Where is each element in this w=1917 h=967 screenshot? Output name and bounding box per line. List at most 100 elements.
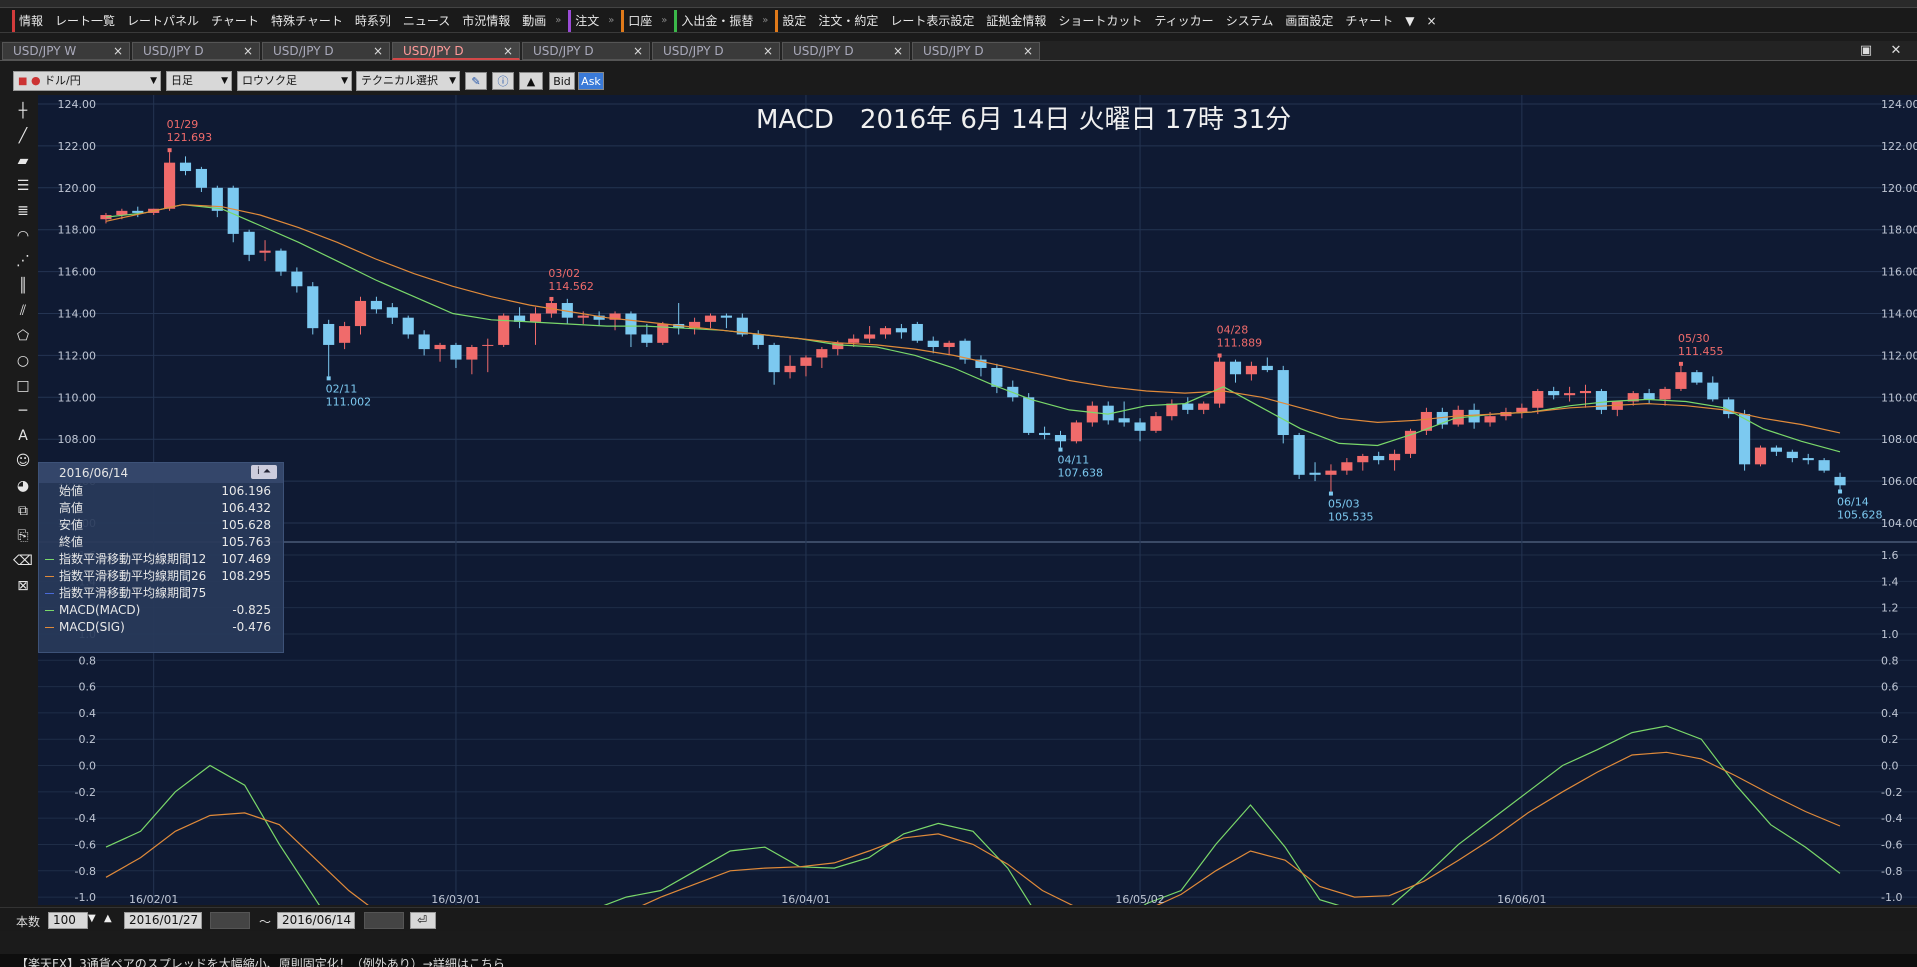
candle-body (864, 334, 876, 339)
tab-7[interactable]: USD/JPY D × (912, 42, 1040, 60)
eraser-icon[interactable]: ⌫ (13, 551, 33, 571)
tab-0[interactable]: USD/JPY W × (2, 42, 130, 60)
bid-button[interactable]: Bid (549, 72, 575, 90)
candle-body (1691, 372, 1703, 383)
menu-item-14[interactable]: レート表示設定 (884, 10, 980, 32)
restore-icon[interactable]: ▣ (1855, 43, 1877, 58)
tab-close-icon[interactable]: × (893, 43, 903, 60)
menu-item-11[interactable]: 入出金・振替 (674, 9, 759, 32)
data-window-label: 始値 (59, 484, 84, 498)
mountain-icon[interactable]: ▲ (519, 72, 543, 90)
horizontal-lines-icon[interactable]: ☰ (13, 176, 33, 196)
menu-more-icon[interactable]: ▼ (1399, 10, 1420, 32)
emoji-icon[interactable]: ☺ (13, 451, 33, 471)
start-time-input[interactable] (210, 912, 250, 929)
data-window-row: MACD(MACD) -0.825 (39, 602, 283, 619)
spin-down-icon[interactable]: ▼ (88, 913, 96, 924)
menu-item-17[interactable]: ティッカー (1148, 10, 1219, 32)
menu-item-12[interactable]: 設定 (775, 9, 812, 32)
tab-3[interactable]: USD/JPY D × (392, 42, 520, 60)
currency-pair-select[interactable]: ■ ● ドル/円 ▼ (13, 71, 161, 91)
tab-close-icon[interactable]: × (633, 43, 643, 60)
chevron-down-icon: ▼ (150, 76, 157, 86)
text-icon[interactable]: A (13, 426, 33, 446)
tab-close-icon[interactable]: × (1023, 43, 1033, 60)
circle-icon[interactable]: ○ (13, 351, 33, 371)
tab-close-icon[interactable]: × (503, 43, 513, 60)
menu-item-18[interactable]: システム (1220, 10, 1280, 32)
tab-label: USD/JPY D (273, 44, 334, 58)
fan-icon[interactable]: ⋰ (13, 251, 33, 271)
ask-button[interactable]: Ask (578, 72, 604, 90)
menu-item-9[interactable]: 注文 (568, 9, 605, 32)
channel-icon[interactable]: ⫽ (13, 301, 33, 321)
separator-line-icon[interactable]: ─ (13, 401, 33, 421)
candle-body (386, 307, 398, 318)
menu-item-16[interactable]: ショートカット (1052, 10, 1148, 32)
info-icon[interactable]: ⓘ (492, 72, 514, 90)
menu-item-5[interactable]: 時系列 (349, 10, 397, 32)
menu-item-15[interactable]: 証拠金情報 (980, 10, 1052, 32)
candle-body (450, 344, 462, 360)
rectangle-icon[interactable]: □ (13, 376, 33, 396)
crosshair-icon[interactable]: ┼ (13, 101, 33, 121)
menu-item-0[interactable]: 情報 (12, 9, 49, 32)
data-window[interactable]: 2016/06/14 i ⏶ 始値 106.196 高値 106.432 安値 105.6… (38, 462, 284, 653)
menu-item-4[interactable]: 特殊チャート (265, 10, 349, 32)
count-input[interactable]: 100 (48, 912, 88, 929)
tab-close-icon[interactable]: × (763, 43, 773, 60)
ruler-icon[interactable]: ▰ (13, 151, 33, 171)
tab-4[interactable]: USD/JPY D × (522, 42, 650, 60)
info-toggle-icon[interactable]: i ⏶ (251, 465, 277, 479)
tab-close-icon[interactable]: × (113, 43, 123, 60)
menu-item-8[interactable]: 動画 (516, 10, 552, 32)
enter-icon[interactable]: ⏎ (410, 912, 436, 929)
end-time-input[interactable] (364, 912, 404, 929)
menu-item-10[interactable]: 口座 (621, 9, 658, 32)
menu-item-13[interactable]: 注文・約定 (812, 10, 884, 32)
menu-item-20[interactable]: チャート (1339, 10, 1399, 32)
erase-all-icon[interactable]: ⊠ (13, 576, 33, 596)
technical-select[interactable]: テクニカル選択 ▼ (356, 71, 460, 91)
menu-close-icon[interactable]: × (1420, 10, 1442, 32)
tab-6[interactable]: USD/JPY D × (782, 42, 910, 60)
news-ticker[interactable]: 【楽天FX】3通貨ペアのスプレッドを大幅縮小、原則固定化！（例外あり）→詳細はこ… (0, 954, 1917, 967)
close-window-icon[interactable]: ✕ (1885, 43, 1907, 58)
parallel-lines-icon[interactable]: ≣ (13, 201, 33, 221)
line-icon[interactable]: ╱ (13, 126, 33, 146)
tab-close-icon[interactable]: × (243, 43, 253, 60)
menu-item-2[interactable]: レートパネル (121, 10, 205, 32)
candle-body (1516, 407, 1528, 412)
tab-2[interactable]: USD/JPY D × (262, 42, 390, 60)
candle-body (466, 347, 478, 360)
copy-icon[interactable]: ⧉ (13, 501, 33, 521)
menu-item-19[interactable]: 画面設定 (1279, 10, 1339, 32)
end-date-input[interactable]: 2016/06/14 (277, 912, 355, 929)
candle-body (1054, 435, 1067, 442)
pencil-icon[interactable]: ✎ (465, 72, 487, 90)
menu-item-1[interactable]: レート一覧 (49, 10, 121, 32)
start-date-input[interactable]: 2016/01/27 (124, 912, 202, 929)
chart-area[interactable]: 124.00 124.00 122.00 122.00 120.00 120.00 118.… (38, 95, 1917, 905)
chart-type-select[interactable]: ロウソク足 ▼ (237, 71, 352, 91)
candle-body (1182, 403, 1194, 410)
tab-close-icon[interactable]: × (373, 43, 383, 60)
tab-bar: ▣ ✕ USD/JPY W × USD/JPY D × USD/JPY D × USD/JP… (0, 41, 1917, 61)
data-window-row: 始値 106.196 (39, 483, 283, 500)
timeframe-select[interactable]: 日足 ▼ (166, 71, 232, 91)
vertical-lines-icon[interactable]: ║ (13, 276, 33, 296)
paste-icon[interactable]: ⎘ (13, 526, 33, 546)
candle-body (354, 300, 367, 327)
tab-1[interactable]: USD/JPY D × (132, 42, 260, 60)
menu-item-3[interactable]: チャート (205, 10, 265, 32)
fibonacci-arc-icon[interactable]: ◠ (13, 226, 33, 246)
tab-5[interactable]: USD/JPY D × (652, 42, 780, 60)
spin-up-icon[interactable]: ▲ (104, 913, 112, 924)
candle-body (1532, 391, 1544, 408)
menu-item-6[interactable]: ニュース (397, 10, 456, 32)
menu-item-7[interactable]: 市況情報 (456, 10, 516, 32)
tag-icon[interactable]: ◕ (13, 476, 33, 496)
pentagon-icon[interactable]: ⬠ (13, 326, 33, 346)
annotation-date: 06/14 (1837, 495, 1869, 508)
drawing-tools: ┼ ╱ ▰ ☰ ≣ ◠ ⋰ ║ ⫽ ⬠ ○ □ ─ A ☺ ◕ ⧉ ⎘ ⌫ ⊠ (11, 101, 35, 601)
